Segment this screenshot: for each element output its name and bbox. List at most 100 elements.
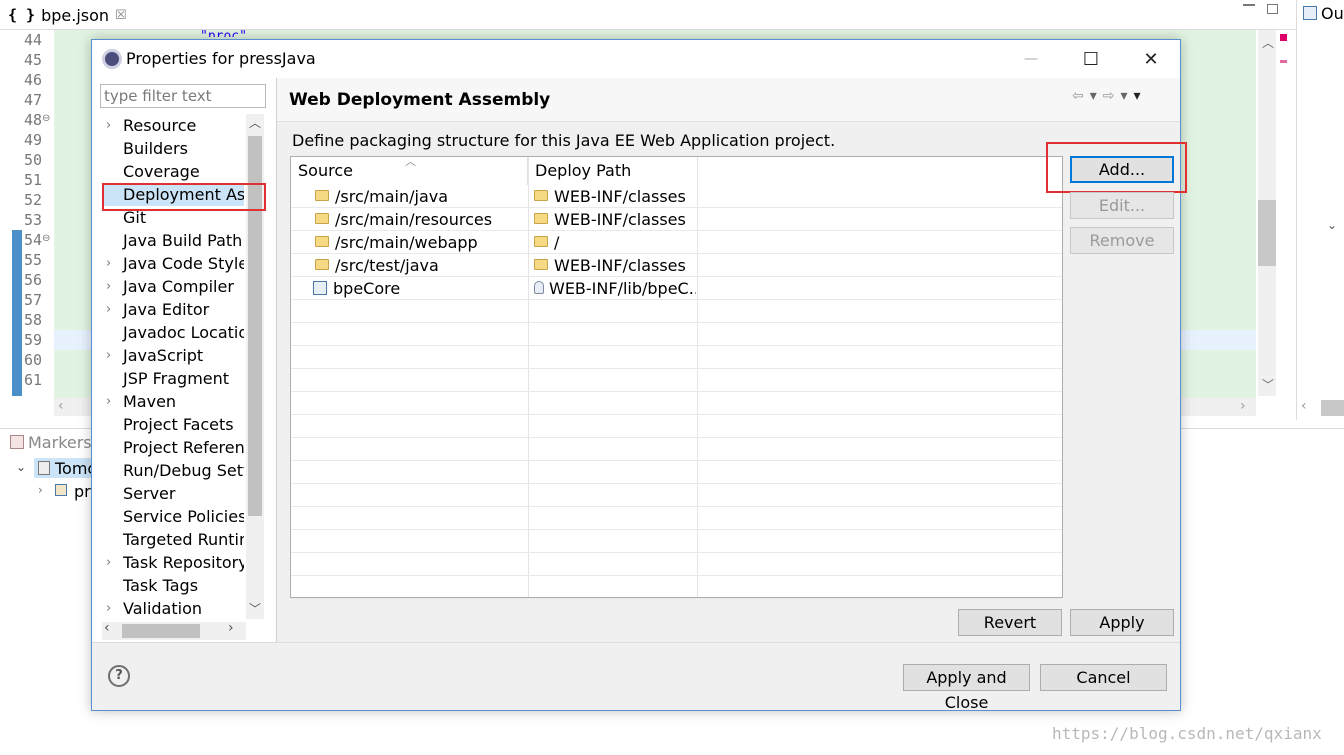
scroll-left-icon[interactable]: ‹	[1301, 398, 1307, 414]
add-button[interactable]: Add...	[1070, 156, 1174, 183]
folder-icon	[315, 259, 329, 270]
chevron-down-icon[interactable]: ▾	[1090, 88, 1097, 104]
scrollbar-thumb[interactable]	[1321, 400, 1344, 416]
scroll-right-icon[interactable]: ›	[228, 620, 234, 636]
table-row[interactable]: bpeCore WEB-INF/lib/bpeC...	[291, 277, 1062, 300]
chevron-right-icon[interactable]: ›	[106, 390, 111, 413]
deploy-path-cell: WEB-INF/classes	[534, 254, 696, 277]
tree-item[interactable]: › Task Repository	[102, 551, 244, 574]
forward-arrow-icon[interactable]: ⇨	[1103, 88, 1115, 104]
tree-item[interactable]: Javadoc Location	[102, 321, 244, 344]
scroll-left-icon[interactable]: ‹	[58, 398, 64, 414]
apply-button[interactable]: Apply	[1070, 609, 1174, 636]
scroll-down-icon[interactable]: ﹀	[249, 600, 261, 617]
tree-item[interactable]: › Java Compiler	[102, 275, 244, 298]
chevron-right-icon[interactable]: ›	[106, 252, 111, 275]
editor-tab-label: bpe.json	[41, 5, 110, 25]
tree-item[interactable]: Project References	[102, 436, 244, 459]
scroll-right-icon[interactable]: ›	[1240, 398, 1246, 414]
close-button[interactable]: ✕	[1122, 40, 1180, 78]
tree-item[interactable]: Project Facets	[102, 413, 244, 436]
change-marker	[12, 230, 22, 396]
tree-item[interactable]: Coverage	[102, 160, 244, 183]
chevron-down-icon[interactable]: ▾	[1121, 88, 1128, 104]
chevron-right-icon[interactable]: ›	[106, 275, 111, 298]
chevron-right-icon[interactable]: ›	[106, 344, 111, 367]
chevron-right-icon[interactable]: ›	[38, 483, 43, 497]
chevron-right-icon[interactable]: ›	[106, 298, 111, 321]
scrollbar-thumb[interactable]	[1258, 200, 1276, 266]
fold-icon[interactable]: ⊖	[42, 233, 50, 244]
tree-item[interactable]: Task Tags	[102, 574, 244, 597]
tree-h-scrollbar-thumb[interactable]	[122, 624, 200, 638]
editor-vertical-scrollbar[interactable]: ︿ ﹀	[1258, 30, 1276, 396]
tree-item[interactable]: Service Policies	[102, 505, 244, 528]
table-row[interactable]: /src/main/webapp /	[291, 231, 1062, 254]
highlight-box-tree	[102, 183, 266, 211]
table-row[interactable]: /src/test/java WEB-INF/classes	[291, 254, 1062, 277]
error-marker-icon	[1280, 34, 1287, 41]
outline-tab-label[interactable]: Ou	[1321, 4, 1344, 23]
tree-item-label: Java Code Style	[123, 254, 244, 273]
apply-and-close-button[interactable]: Apply and Close	[903, 664, 1030, 712]
tree-item[interactable]: › Java Editor	[102, 298, 244, 321]
line-number: 47	[24, 91, 43, 109]
dialog-title-bar[interactable]: Properties for pressJava — ☐ ✕	[92, 40, 1180, 78]
edit-button[interactable]: Edit...	[1070, 192, 1174, 219]
filter-input[interactable]: type filter text	[100, 84, 266, 108]
source-cell: /src/main/resources	[315, 208, 525, 231]
project-tree-item[interactable]: pr	[74, 482, 91, 501]
editor-tab-bpe-json[interactable]: { } bpe.json ☒	[8, 2, 127, 28]
table-row[interactable]: /src/main/resources WEB-INF/classes	[291, 208, 1062, 231]
line-number: 56	[24, 271, 43, 289]
view-menu-icon[interactable]: ▾	[1134, 88, 1141, 104]
maximize-button[interactable]: ☐	[1062, 40, 1120, 78]
chevron-down-icon[interactable]: ⌄	[16, 460, 26, 474]
deployment-table[interactable]: Source ︿ Deploy Path /src/main/java WEB-I…	[290, 155, 1063, 599]
markers-tab[interactable]: Markers	[10, 430, 92, 454]
tree-item[interactable]: Builders	[102, 137, 244, 160]
tree-item[interactable]: › Maven	[102, 390, 244, 413]
close-tab-icon[interactable]: ☒	[115, 8, 127, 23]
scroll-up-icon[interactable]: ︿	[1262, 34, 1274, 51]
minimize-view-icon[interactable]	[1243, 4, 1255, 6]
cancel-button[interactable]: Cancel	[1040, 664, 1167, 691]
tree-item[interactable]: Targeted Runtimes	[102, 528, 244, 551]
line-number: 60	[24, 351, 43, 369]
table-row	[291, 484, 1062, 507]
scroll-down-icon[interactable]: ﹀	[1262, 376, 1274, 393]
maximize-view-icon[interactable]	[1267, 4, 1278, 14]
revert-button[interactable]: Revert	[958, 609, 1062, 636]
minimize-button[interactable]: —	[1002, 40, 1060, 78]
tree-item-label: Resource	[123, 116, 197, 135]
tree-item[interactable]: › Validation	[102, 597, 244, 619]
tree-item[interactable]: › Java Code Style	[102, 252, 244, 275]
table-row	[291, 415, 1062, 438]
eclipse-app-icon	[102, 49, 122, 69]
remove-button[interactable]: Remove	[1070, 227, 1174, 254]
project-icon	[313, 280, 327, 295]
line-number: 45	[24, 51, 43, 69]
tree-item-label: Project References	[123, 438, 244, 457]
chevron-down-icon[interactable]: ⌄	[1327, 218, 1337, 232]
tree-item[interactable]: JSP Fragment	[102, 367, 244, 390]
back-arrow-icon[interactable]: ⇦	[1072, 88, 1084, 104]
source-cell: /src/main/webapp	[315, 231, 525, 254]
source-cell: /src/test/java	[315, 254, 525, 277]
tree-item[interactable]: › Resource	[102, 114, 244, 137]
scroll-left-icon[interactable]: ‹	[104, 620, 110, 636]
fold-icon[interactable]: ⊖	[42, 113, 50, 124]
help-icon[interactable]: ?	[108, 665, 130, 687]
chevron-right-icon[interactable]: ›	[106, 597, 111, 619]
tree-item[interactable]: Java Build Path	[102, 229, 244, 252]
tree-item[interactable]: › JavaScript	[102, 344, 244, 367]
chevron-right-icon[interactable]: ›	[106, 551, 111, 574]
page-description: Define packaging structure for this Java…	[292, 131, 836, 150]
column-header-deploy-path[interactable]: Deploy Path	[528, 157, 698, 185]
tree-item[interactable]: Server	[102, 482, 244, 505]
table-row[interactable]: /src/main/java WEB-INF/classes	[291, 185, 1062, 208]
scroll-up-icon[interactable]: ︿	[249, 114, 261, 131]
outline-view: Ou ⌄ ‹	[1296, 0, 1344, 420]
tree-item[interactable]: Run/Debug Settings	[102, 459, 244, 482]
chevron-right-icon[interactable]: ›	[106, 114, 111, 137]
